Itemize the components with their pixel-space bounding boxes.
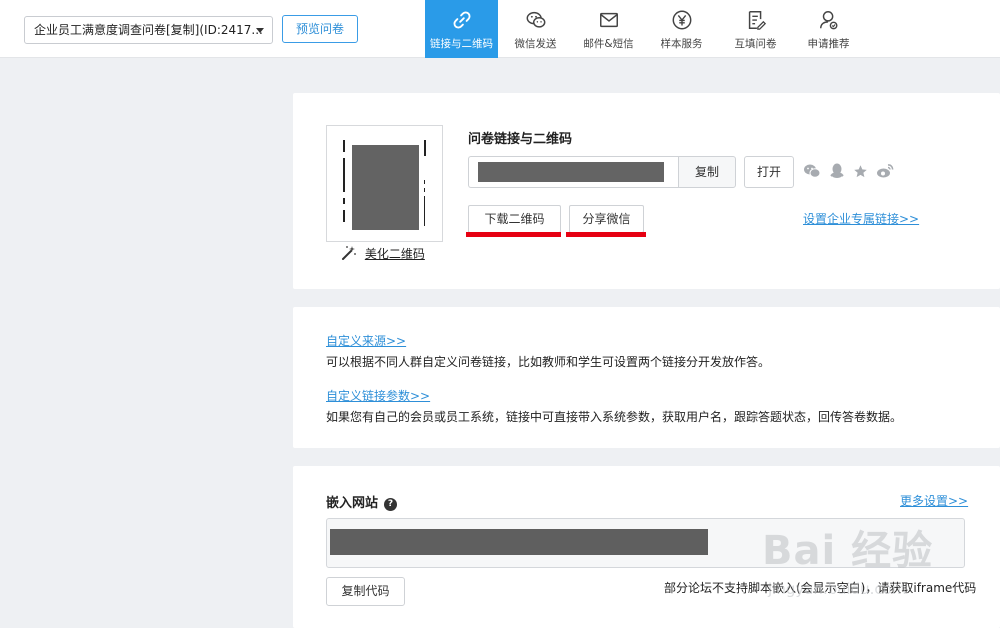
survey-select-value: 企业员工满意度调查问卷[复制](ID:2417... (34, 23, 263, 37)
embed-title-text: 嵌入网站 (326, 496, 379, 511)
corp-link-setting[interactable]: 设置企业专属链接>> (803, 210, 919, 227)
watermark-sub: jingyan.baidu.com (768, 580, 907, 598)
more-settings-link[interactable]: 更多设置>> (900, 492, 968, 509)
share-icons (803, 163, 899, 181)
tab-label: 样本服务 (660, 38, 703, 50)
tab-apply-recommend[interactable]: 申请推荐 (792, 0, 865, 58)
embed-title: 嵌入网站? (326, 492, 398, 511)
tab-label: 互填问卷 (734, 38, 777, 50)
tab-label: 微信发送 (514, 38, 557, 50)
highlight-underline (566, 232, 646, 237)
redacted-code (330, 529, 708, 555)
watermark-text: Bai 经验 (762, 528, 934, 574)
tab-label: 链接与二维码 (430, 38, 493, 50)
star-icon[interactable] (853, 164, 868, 182)
tab-sample-service[interactable]: 样本服务 (645, 0, 718, 58)
weibo-icon[interactable] (876, 163, 894, 182)
custom-source-desc: 可以根据不同人群自定义问卷链接，比如教师和学生可设置两个链接分开发放作答。 (326, 355, 771, 369)
beautify-qr-label: 美化二维码 (364, 247, 425, 261)
yen-icon (672, 10, 691, 30)
section-title: 问卷链接与二维码 (468, 132, 573, 147)
mail-icon (599, 12, 618, 28)
tab-link-qrcode[interactable]: 链接与二维码 (425, 0, 498, 58)
tab-mutual-fill[interactable]: 互填问卷 (719, 0, 792, 58)
custom-settings-card: 自定义来源>> 可以根据不同人群自定义问卷链接，比如教师和学生可设置两个链接分开… (293, 307, 1000, 448)
wechat-icon (526, 11, 545, 28)
highlight-underline (466, 232, 561, 237)
wechat-icon[interactable] (803, 163, 821, 182)
baidu-watermark: Bai 经验 jingyan.baidu.com (762, 518, 987, 610)
custom-source-link[interactable]: 自定义来源>> (326, 332, 406, 349)
open-link-button[interactable]: 打开 (744, 156, 794, 188)
survey-edit-icon (748, 11, 766, 30)
preview-survey-button[interactable]: 预览问卷 (282, 15, 358, 43)
copy-code-button[interactable]: 复制代码 (326, 577, 405, 606)
help-icon[interactable]: ? (384, 498, 398, 511)
beautify-qr-link[interactable]: 美化二维码 (341, 245, 425, 262)
link-icon (453, 11, 470, 29)
qr-code (326, 125, 443, 242)
tab-mail-sms[interactable]: 邮件&短信 (572, 0, 645, 58)
magic-wand-icon (342, 246, 356, 260)
tab-label: 申请推荐 (807, 38, 850, 50)
copy-link-button[interactable]: 复制 (678, 156, 736, 188)
link-qrcode-card: 美化二维码 问卷链接与二维码 复制 打开 下载二维码 分享微信 设置企业专属链接… (293, 93, 1000, 289)
qr-code-image (352, 145, 419, 230)
custom-param-desc: 如果您有自己的会员或员工系统，链接中可直接带入系统参数，获取用户名，跟踪答题状态… (326, 410, 903, 424)
user-recommend-icon (819, 11, 837, 30)
top-bar: 企业员工满意度调查问卷[复制](ID:2417... 预览问卷 链接与二维码 微… (0, 0, 1000, 58)
download-qr-button[interactable]: 下载二维码 (468, 205, 561, 233)
tab-label: 邮件&短信 (583, 38, 634, 50)
survey-url-field[interactable] (468, 156, 678, 188)
custom-param-link[interactable]: 自定义链接参数>> (326, 387, 430, 404)
survey-select[interactable]: 企业员工满意度调查问卷[复制](ID:2417... (24, 16, 273, 44)
tab-wechat-send[interactable]: 微信发送 (499, 0, 572, 58)
chevron-down-icon (256, 28, 264, 33)
share-wechat-button[interactable]: 分享微信 (569, 205, 644, 233)
redacted-url (478, 162, 664, 182)
qq-icon[interactable] (830, 163, 844, 182)
